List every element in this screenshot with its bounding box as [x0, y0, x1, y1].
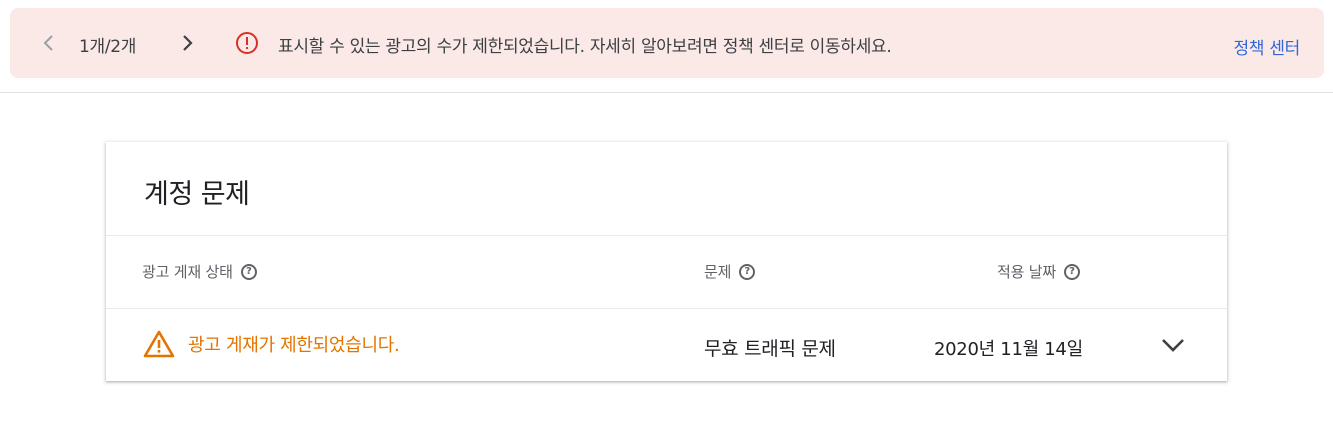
column-label-status: 광고 게재 상태 [142, 263, 233, 281]
column-label-issue: 문제 [704, 263, 732, 281]
applied-date: 2020년 11월 14일 [934, 339, 1083, 360]
help-icon[interactable]: ? [1063, 263, 1080, 280]
chevron-right-icon [183, 35, 193, 51]
warning-triangle-icon [143, 330, 175, 358]
table-divider [106, 308, 1227, 309]
alert-message: 표시할 수 있는 광고의 수가 제한되었습니다. 자세히 알아보려면 정책 센터… [278, 37, 892, 57]
chevron-down-icon [1162, 339, 1184, 352]
status-text: 광고 게재가 제한되었습니다. [188, 335, 400, 356]
account-issues-card: 계정 문제 광고 게재 상태 ? 문제 ? 적용 날짜 ? 광고 게재가 제한되… [106, 142, 1227, 381]
chevron-left-icon [43, 35, 53, 51]
next-alert-button[interactable] [180, 33, 196, 53]
column-header-issue: 문제 ? [704, 261, 756, 282]
header-divider [0, 92, 1333, 93]
card-divider [106, 235, 1227, 236]
column-label-date: 적용 날짜 [997, 263, 1056, 281]
error-circle-icon [236, 32, 258, 54]
card-title: 계정 문제 [144, 179, 250, 210]
expand-row-button[interactable] [1160, 334, 1186, 356]
help-icon[interactable]: ? [240, 263, 257, 280]
alert-pager: 1개/2개 [79, 37, 137, 57]
help-icon[interactable]: ? [739, 263, 756, 280]
status-cell: 광고 게재가 제한되었습니다. [142, 329, 400, 359]
column-header-status: 광고 게재 상태 ? [142, 261, 257, 282]
policy-alert-banner: 1개/2개 표시할 수 있는 광고의 수가 제한되었습니다. 자세히 알아보려면… [10, 8, 1324, 78]
prev-alert-button[interactable] [40, 33, 56, 53]
column-header-date: 적용 날짜 ? [997, 261, 1080, 282]
policy-center-link[interactable]: 정책 센터 [1234, 34, 1301, 59]
issue-text: 무효 트래픽 문제 [704, 338, 836, 360]
